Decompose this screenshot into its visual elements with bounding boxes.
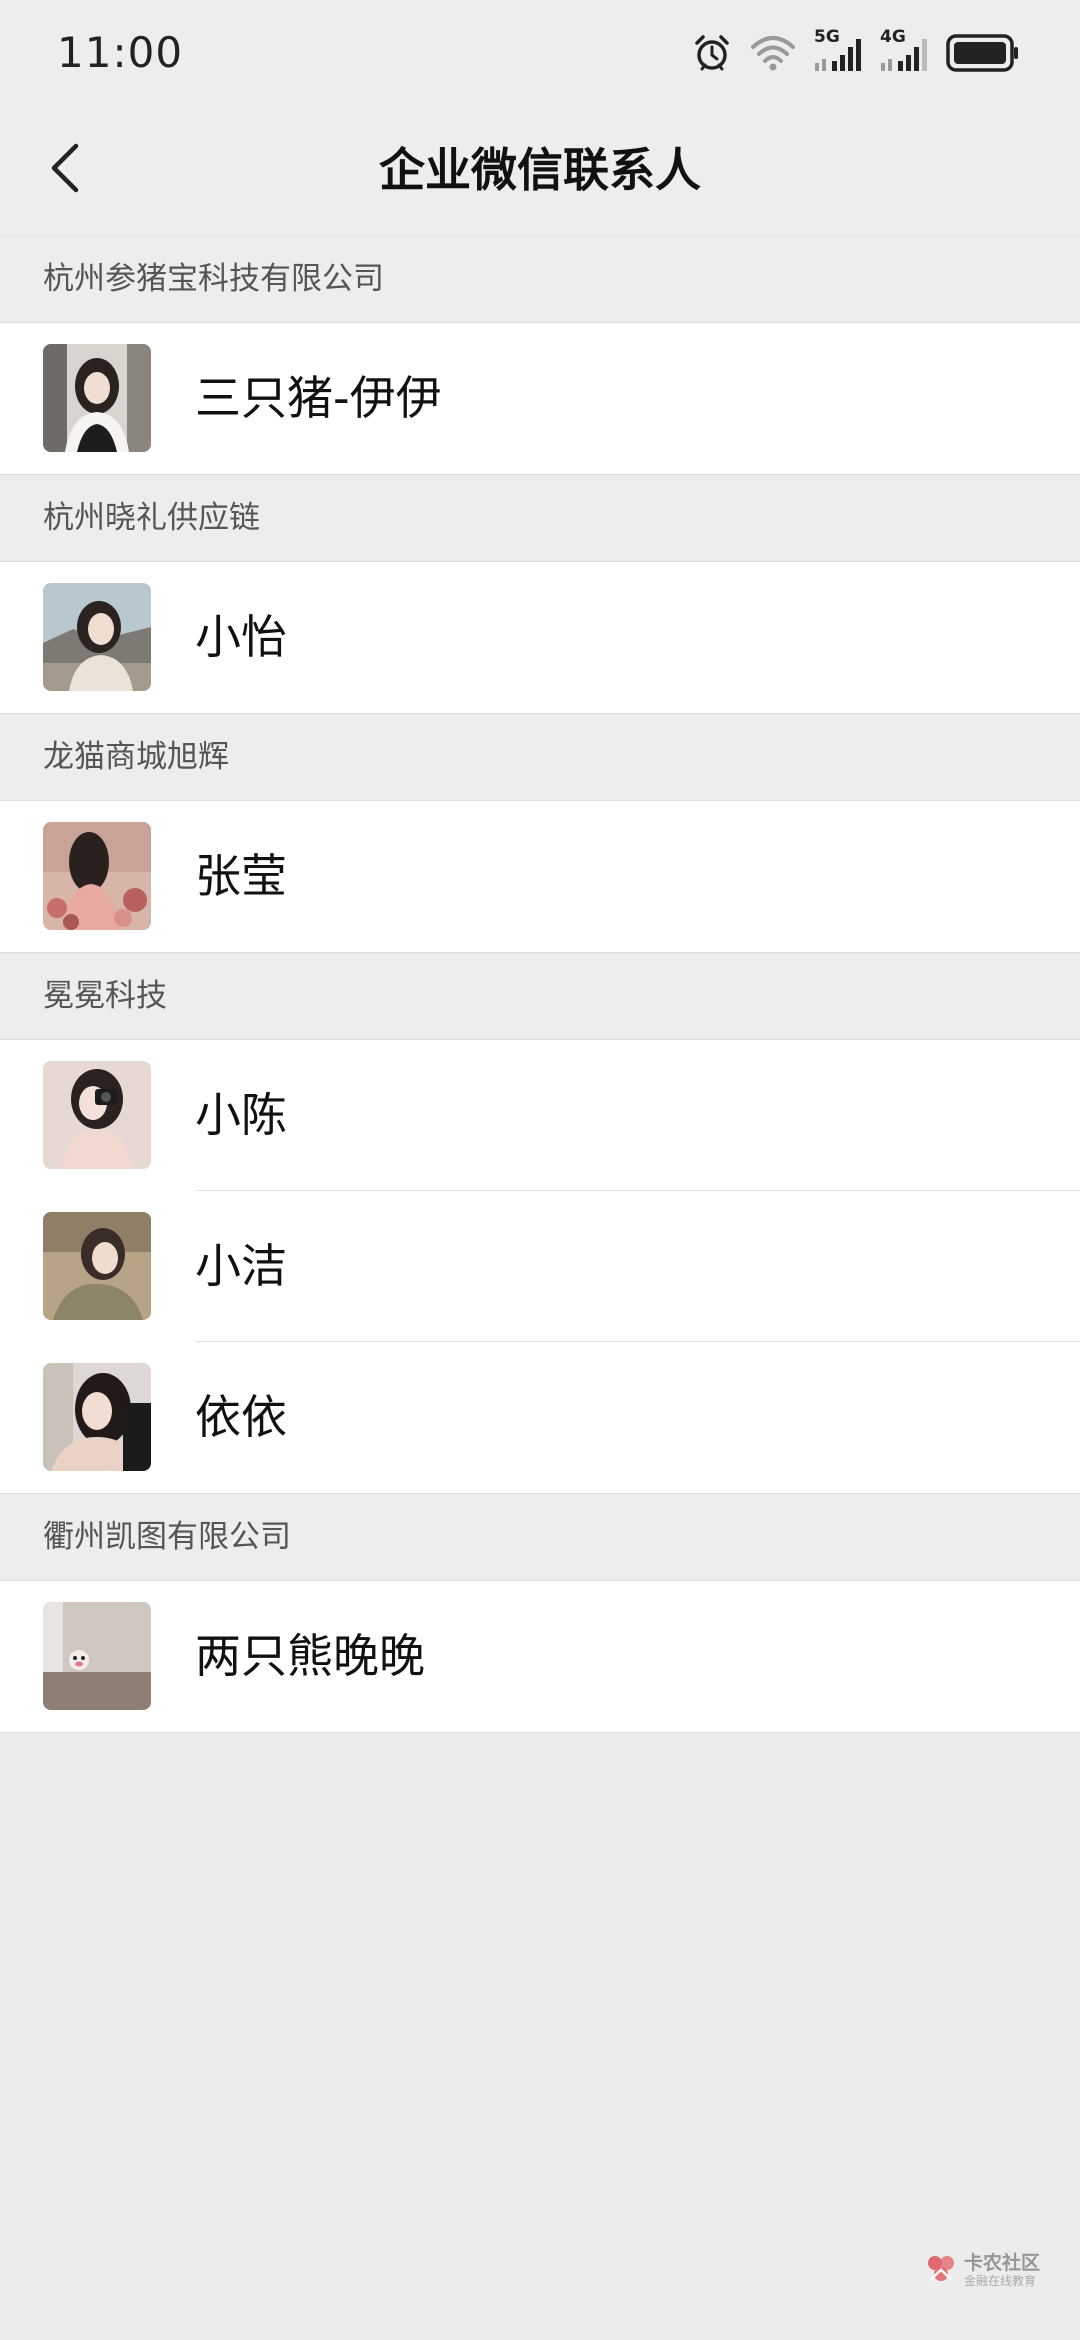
avatar bbox=[43, 1602, 151, 1710]
group-header: 衢州凯图有限公司 bbox=[0, 1494, 1080, 1581]
status-bar: 11:00 5G 4G bbox=[0, 0, 1080, 105]
contact-row[interactable]: 张莹 bbox=[0, 801, 1080, 953]
group-header: 龙猫商城旭辉 bbox=[0, 714, 1080, 801]
signal-5g-icon: 5G bbox=[814, 29, 862, 73]
avatar bbox=[43, 583, 151, 691]
avatar bbox=[43, 344, 151, 452]
contact-name: 小陈 bbox=[195, 1088, 287, 1142]
group-header: 杭州晓礼供应链 bbox=[0, 475, 1080, 562]
contact-row[interactable]: 小陈 bbox=[0, 1040, 1080, 1191]
contact-name: 小洁 bbox=[195, 1239, 287, 1293]
alarm-icon bbox=[692, 33, 732, 73]
avatar bbox=[43, 822, 151, 930]
watermark-title: 卡农社区 bbox=[963, 2252, 1040, 2275]
contact-row[interactable]: 两只熊晚晚 bbox=[0, 1581, 1080, 1733]
status-time: 11:00 bbox=[57, 28, 184, 77]
avatar bbox=[43, 1363, 151, 1471]
page-title: 企业微信联系人 bbox=[379, 143, 701, 197]
contact-name: 三只猪-伊伊 bbox=[195, 371, 442, 425]
wifi-icon bbox=[750, 35, 796, 71]
contact-name: 张莹 bbox=[195, 849, 287, 903]
nav-bar: 企业微信联系人 bbox=[0, 105, 1080, 235]
contact-row[interactable]: 依依 bbox=[0, 1342, 1080, 1494]
watermark-text: 卡农社区 金融在线教育 bbox=[964, 2253, 1040, 2288]
contact-list: 杭州参猪宝科技有限公司 三只猪-伊伊 杭州晓礼供应链 小怡 龙猫商城旭辉 张莹 … bbox=[0, 235, 1080, 1733]
group-header: 杭州参猪宝科技有限公司 bbox=[0, 236, 1080, 323]
contact-row[interactable]: 小怡 bbox=[0, 562, 1080, 714]
watermark-logo-icon bbox=[924, 2252, 958, 2290]
status-icons: 5G 4G bbox=[692, 28, 1020, 78]
battery-icon bbox=[946, 34, 1020, 72]
contact-row[interactable]: 小洁 bbox=[0, 1191, 1080, 1342]
group-header: 冕冕科技 bbox=[0, 953, 1080, 1040]
avatar bbox=[43, 1212, 151, 1320]
contact-name: 两只熊晚晚 bbox=[195, 1629, 425, 1683]
contact-row[interactable]: 三只猪-伊伊 bbox=[0, 323, 1080, 475]
signal-4g-icon: 4G bbox=[880, 29, 928, 73]
watermark-subtitle: 金融在线教育 bbox=[963, 2274, 1036, 2289]
contact-name: 小怡 bbox=[195, 610, 287, 664]
watermark: 卡农社区 金融在线教育 bbox=[924, 2252, 1040, 2290]
contact-name: 依依 bbox=[195, 1390, 287, 1444]
avatar bbox=[43, 1061, 151, 1169]
